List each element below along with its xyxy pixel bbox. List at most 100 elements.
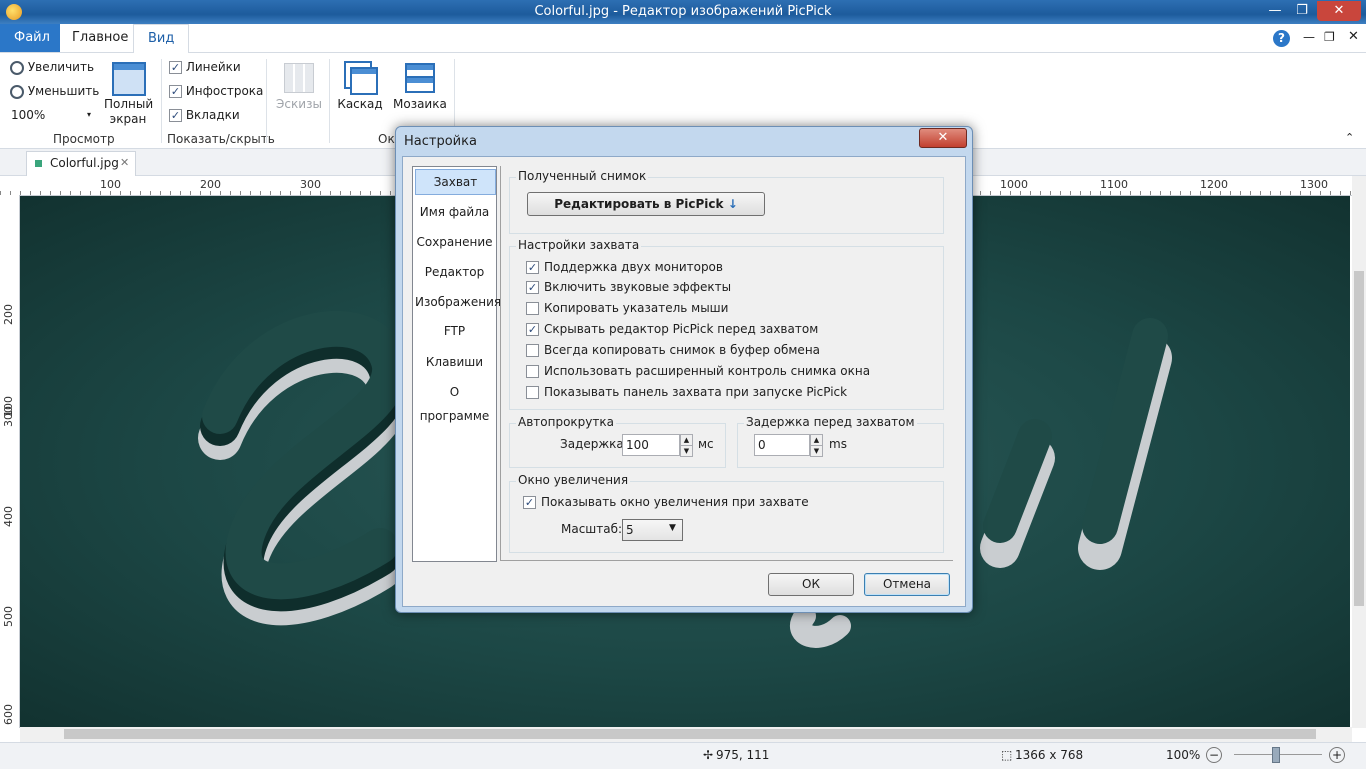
checkbox-unchecked-icon bbox=[526, 344, 539, 357]
fullscreen-button[interactable]: Полный экран bbox=[104, 59, 153, 129]
show-magnifier-checkbox[interactable]: ✓ Показывать окно увеличения при захвате bbox=[523, 495, 809, 509]
document-tab[interactable]: Colorful.jpg ✕ bbox=[26, 151, 136, 176]
checkbox-checked-icon: ✓ bbox=[526, 261, 539, 274]
magnifier-scale-value: 5 bbox=[626, 523, 634, 537]
zoom-in-icon[interactable]: + bbox=[1329, 747, 1345, 763]
capture-settings-group: Настройки захвата ✓ Поддержка двух монито… bbox=[509, 238, 944, 410]
dialog-body: Захват Имя файла Сохранение Редактор Изо… bbox=[402, 156, 966, 607]
option-label: Копировать указатель мыши bbox=[544, 301, 729, 315]
magnifier-group: Окно увеличения ✓ Показывать окно увеличе… bbox=[509, 473, 944, 553]
close-window-button[interactable]: ✕ bbox=[1317, 1, 1361, 21]
autoscroll-legend: Автопрокрутка bbox=[516, 415, 616, 429]
horizontal-scrollbar[interactable] bbox=[20, 727, 1352, 742]
arrow-down-icon: ↓ bbox=[727, 197, 738, 211]
document-tab-close-icon[interactable]: ✕ bbox=[120, 156, 129, 169]
collapse-ribbon-icon[interactable]: ⌃ bbox=[1345, 131, 1354, 144]
nav-item-filename[interactable]: Имя файла bbox=[415, 200, 494, 224]
capture-delay-unit: ms bbox=[829, 437, 847, 451]
magnifier-scale-label: Масштаб: bbox=[561, 522, 623, 536]
capture-delay-value: 0 bbox=[758, 438, 766, 452]
chevron-down-icon: ▼ bbox=[669, 523, 676, 533]
dialog-close-button[interactable]: ✕ bbox=[919, 128, 967, 148]
zoom-select[interactable]: 100% ▾ bbox=[11, 108, 91, 122]
checkbox-checked-icon: ✓ bbox=[169, 85, 182, 98]
vertical-scrollbar[interactable] bbox=[1352, 176, 1366, 728]
image-file-icon bbox=[35, 160, 42, 167]
doc-minimize-button[interactable]: — bbox=[1303, 30, 1315, 44]
image-size-icon: ⬚ bbox=[1001, 748, 1013, 762]
cascade-button[interactable]: Каскад bbox=[336, 59, 384, 123]
doc-restore-button[interactable]: ❐ bbox=[1324, 30, 1335, 44]
spin-down-icon[interactable]: ▼ bbox=[810, 445, 823, 457]
sound-effects-checkbox[interactable]: ✓ Включить звуковые эффекты bbox=[526, 280, 731, 294]
dual-monitor-checkbox[interactable]: ✓ Поддержка двух мониторов bbox=[526, 260, 723, 274]
spin-down-icon[interactable]: ▼ bbox=[680, 445, 693, 457]
scroll-thumb[interactable] bbox=[64, 729, 1316, 739]
help-icon[interactable]: ? bbox=[1273, 30, 1290, 47]
nav-item-editor[interactable]: Редактор bbox=[415, 260, 494, 284]
cascade-label: Каскад bbox=[337, 97, 383, 111]
checkbox-checked-icon: ✓ bbox=[526, 281, 539, 294]
copy-to-clipboard-checkbox[interactable]: Всегда копировать снимок в буфер обмена bbox=[526, 343, 820, 357]
hide-editor-checkbox[interactable]: ✓ Скрывать редактор PicPick перед захвато… bbox=[526, 322, 818, 336]
scroll-thumb[interactable] bbox=[1354, 271, 1364, 606]
show-capture-panel-checkbox[interactable]: Показывать панель захвата при запуске Pi… bbox=[526, 385, 847, 399]
cancel-button[interactable]: Отмена bbox=[864, 573, 950, 596]
capture-delay-input[interactable]: 0 bbox=[754, 434, 810, 456]
title-bar: Colorful.jpg - Редактор изображений PicP… bbox=[0, 0, 1366, 24]
nav-item-hotkeys[interactable]: Клавиши bbox=[415, 350, 494, 374]
option-label: Всегда копировать снимок в буфер обмена bbox=[544, 343, 821, 357]
infobar-checkbox[interactable]: ✓ Инфострока bbox=[169, 84, 263, 98]
copy-cursor-checkbox[interactable]: Копировать указатель мыши bbox=[526, 301, 728, 315]
tile-label: Мозаика bbox=[393, 97, 447, 111]
ribbon-tabs: Файл Главное Вид ? — ❐ ✕ bbox=[0, 24, 1366, 54]
nav-item-images[interactable]: Изображения bbox=[415, 290, 501, 314]
cascade-icon-front bbox=[350, 67, 378, 95]
tab-view[interactable]: Вид bbox=[133, 24, 190, 54]
tabs-label: Вкладки bbox=[185, 108, 240, 122]
tab-home[interactable]: Главное bbox=[58, 24, 142, 52]
doc-close-button[interactable]: ✕ bbox=[1348, 29, 1359, 44]
zoom-out-button[interactable]: Уменьшить bbox=[10, 84, 99, 99]
zoom-slider-thumb[interactable] bbox=[1272, 747, 1280, 763]
advanced-window-capture-checkbox[interactable]: Использовать расширенный контроль снимка… bbox=[526, 364, 870, 378]
zoom-in-button[interactable]: Увеличить bbox=[10, 60, 94, 75]
nav-item-ftp[interactable]: FTP bbox=[415, 319, 494, 343]
zoom-in-icon bbox=[10, 60, 24, 75]
checkbox-checked-icon: ✓ bbox=[169, 109, 182, 122]
magnifier-scale-select[interactable]: 5 ▼ bbox=[622, 519, 683, 541]
edit-in-picpick-dropdown[interactable]: Редактировать в PicPick ↓ bbox=[527, 192, 765, 216]
ruler-label: 100 bbox=[100, 178, 121, 191]
window-title: Colorful.jpg - Редактор изображений PicP… bbox=[534, 4, 832, 19]
rulers-checkbox[interactable]: ✓ Линейки bbox=[169, 60, 241, 74]
thumbnails-icon bbox=[284, 63, 314, 93]
settings-nav: Захват Имя файла Сохранение Редактор Изо… bbox=[412, 166, 501, 562]
tab-file[interactable]: Файл bbox=[0, 24, 60, 52]
cursor-position: 975, 111 bbox=[716, 748, 770, 762]
ribbon-divider bbox=[266, 59, 267, 143]
nav-item-about[interactable]: О программе bbox=[415, 380, 494, 423]
capture-settings-legend: Настройки захвата bbox=[516, 238, 642, 252]
tabs-checkbox[interactable]: ✓ Вкладки bbox=[169, 108, 240, 122]
window-group-label: Ок bbox=[378, 132, 395, 146]
restore-button[interactable]: ❐ bbox=[1289, 1, 1315, 21]
option-label: Показывать панель захвата при запуске Pi… bbox=[544, 385, 848, 399]
checkbox-checked-icon: ✓ bbox=[523, 496, 536, 509]
autoscroll-delay-label: Задержка: bbox=[560, 437, 628, 451]
checkbox-unchecked-icon bbox=[526, 386, 539, 399]
zoom-out-icon[interactable]: − bbox=[1206, 747, 1222, 763]
ok-button[interactable]: ОК bbox=[768, 573, 854, 596]
magnifier-legend: Окно увеличения bbox=[516, 473, 631, 487]
autoscroll-delay-input[interactable]: 100 bbox=[622, 434, 680, 456]
minimize-button[interactable]: — bbox=[1262, 1, 1288, 21]
cursor-icon: ✢ bbox=[703, 748, 714, 762]
thumbnails-button[interactable]: Эскизы bbox=[274, 59, 324, 123]
capture-delay-group: Задержка перед захватом 0 ▲ ▼ ms bbox=[737, 415, 944, 468]
tile-button[interactable]: Мозаика bbox=[393, 59, 447, 123]
ruler-label: 500 bbox=[2, 606, 15, 627]
nav-item-capture[interactable]: Захват bbox=[415, 169, 496, 195]
nav-item-saving[interactable]: Сохранение bbox=[415, 230, 494, 254]
ruler-label: 600 bbox=[2, 704, 15, 725]
settings-dialog: Настройка ✕ Захват Имя файла Сохранение … bbox=[395, 126, 973, 613]
ruler-label: 1200 bbox=[1200, 178, 1228, 191]
